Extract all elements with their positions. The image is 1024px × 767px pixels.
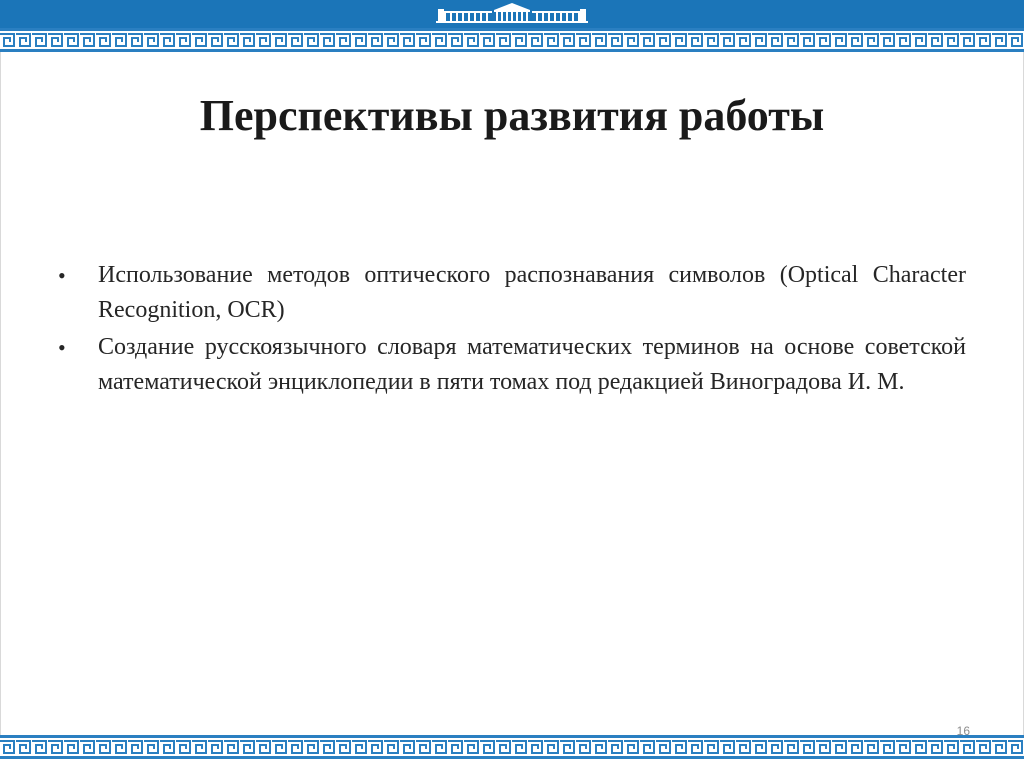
- bullet-item: • Использование методов оптического расп…: [56, 258, 966, 328]
- bullet-text: Создание русскоязычного словаря математи…: [98, 334, 966, 395]
- left-frame-line: [0, 52, 1, 735]
- building-logo-icon: [436, 3, 588, 23]
- bullet-item: • Создание русскоязычного словаря матема…: [56, 330, 966, 400]
- bullet-marker: •: [58, 263, 66, 288]
- header-band: [0, 0, 1024, 28]
- slide-title: Перспективы развития работы: [199, 91, 825, 140]
- top-meander-border: [0, 28, 1024, 52]
- bullet-list: • Использование методов оптического расп…: [56, 258, 966, 402]
- bottom-meander-border: [0, 735, 1024, 759]
- bullet-marker: •: [58, 335, 66, 360]
- bullet-text: Использование методов оптического распоз…: [98, 262, 966, 323]
- slide: Перспективы развития работы • Использова…: [0, 0, 1024, 767]
